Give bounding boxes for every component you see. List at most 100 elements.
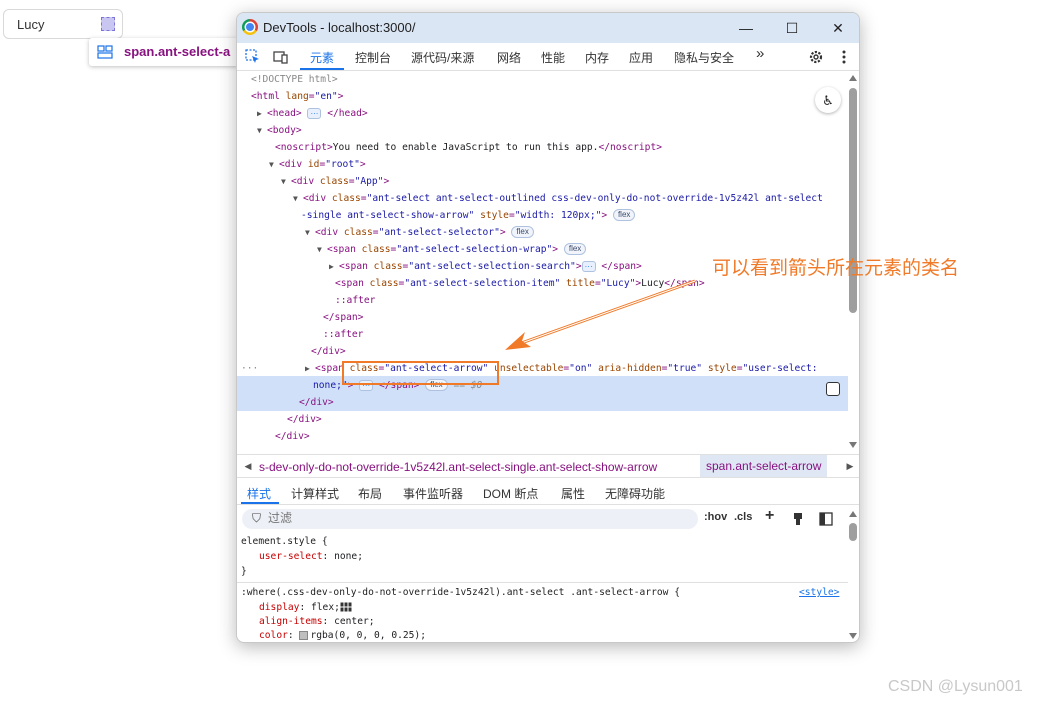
dom-line[interactable]: <span class="ant-select-selection-item" … [335,275,705,292]
styles-scrollbar[interactable] [849,509,857,639]
collapse-triangle-icon[interactable]: ▼ [293,190,303,207]
style-declaration[interactable]: user-select: none; [259,550,363,564]
rendering-emulation-icon[interactable] [789,510,807,528]
filter-input[interactable] [268,511,568,525]
expand-triangle-icon[interactable]: ▶ [329,258,339,275]
dom-line[interactable]: <html lang="en"> [251,88,343,105]
dom-line[interactable]: </div> [275,428,310,445]
tab-layout[interactable]: 布局 [358,485,382,502]
maximize-button[interactable]: ☐ [769,13,815,43]
dom-line[interactable]: </div> [299,394,334,411]
dom-line[interactable]: ::after [335,292,375,309]
panel-tabbar: 元素 控制台 源代码/来源 网络 性能 内存 应用 隐私与安全 » [237,43,859,71]
dom-line[interactable]: ▼ <span class="ant-select-selection-wrap"… [317,241,587,258]
annotation-label: 可以看到箭头所在元素的类名 [712,258,960,279]
toggle-sidebar-icon[interactable] [817,510,835,528]
collapse-triangle-icon[interactable]: ▼ [317,241,327,258]
minimize-button[interactable]: — [723,13,769,43]
breadcrumb-left-arrow-icon[interactable]: ◀ [241,459,255,473]
dom-line[interactable]: ▶ <span class="ant-select-selection-searc… [329,258,642,275]
tab-event-listeners[interactable]: 事件监听器 [403,485,463,502]
device-toolbar-icon[interactable] [272,48,290,66]
tab-memory[interactable]: 内存 [585,49,609,66]
more-tabs-button[interactable]: » [756,45,764,62]
style-source-link[interactable]: <style> [799,586,839,600]
filter-field[interactable]: ⛉ [242,509,698,529]
dom-line[interactable]: <!DOCTYPE html> [251,71,338,88]
hov-toggle[interactable]: :hov [704,511,727,523]
scrollbar-thumb[interactable] [849,523,857,541]
title-bar: DevTools - localhost:3000/ — ☐ ✕ [237,13,859,43]
dom-line[interactable]: ▶ <head> ··· </head> [257,105,368,122]
tab-styles[interactable]: 样式 [247,485,271,502]
dom-line[interactable]: </span> [323,309,363,326]
close-button[interactable]: ✕ [815,13,859,43]
flexbox-editor-icon[interactable] [340,602,352,612]
cls-toggle[interactable]: .cls [734,511,752,523]
expand-triangle-icon[interactable]: ▶ [305,360,315,377]
styles-pane[interactable]: element.style { user-select: none; } :wh… [237,535,848,642]
scroll-up-arrow-icon[interactable] [849,511,857,517]
tab-console[interactable]: 控制台 [355,49,391,66]
styles-toolbar: ⛉ :hov .cls + [237,507,859,533]
dom-line[interactable]: ▼ <body> [257,122,302,139]
tab-dom-breakpoints[interactable]: DOM 断点 [483,485,538,502]
select-value: Lucy [17,17,45,32]
devtools-window: DevTools - localhost:3000/ — ☐ ✕ 元素 控制台 … [236,12,860,643]
breadcrumb-item-active[interactable]: span.ant-select-arrow [700,455,828,477]
rule-selector[interactable]: :where(.css-dev-only-do-not-override-1v5… [241,586,680,600]
tooltip-text: span.ant-select-a [124,44,231,59]
tab-sources[interactable]: 源代码/来源 [411,49,474,66]
breadcrumb-item[interactable]: s-dev-only-do-not-override-1v5z42l.ant-s… [259,460,657,474]
accessibility-tree-icon[interactable]: ♿ [815,87,841,113]
collapse-triangle-icon[interactable]: ▼ [269,156,279,173]
flex-badge[interactable]: flex [612,209,636,221]
collapse-triangle-icon[interactable]: ▼ [305,224,315,241]
style-declaration[interactable]: color: rgba(0, 0, 0, 0.25); [259,629,426,642]
breadcrumb-right-arrow-icon[interactable]: ▶ [843,459,857,473]
show-copy-icon[interactable] [826,382,840,396]
tab-computed[interactable]: 计算样式 [291,485,339,502]
selected-row-dots[interactable]: ··· [241,360,258,377]
tab-accessibility[interactable]: 无障碍功能 [605,485,665,502]
dom-line[interactable]: </div> [311,343,346,360]
flex-badge[interactable]: flex [563,243,587,255]
style-declaration[interactable]: align-items: center; [259,615,375,629]
style-declaration[interactable]: display: flex; [259,601,352,615]
dom-line[interactable]: ::after [323,326,363,343]
watermark: CSDN @Lysun001 [888,678,1023,695]
window-title: DevTools - localhost:3000/ [263,20,416,35]
tab-performance[interactable]: 性能 [541,49,565,66]
dom-line[interactable]: ▼ <div id="root"> [269,156,366,173]
inspect-element-icon[interactable] [244,48,262,66]
dom-line[interactable]: <noscript>You need to enable JavaScript … [275,139,662,156]
active-subtab-indicator [241,502,279,504]
tab-properties[interactable]: 属性 [561,485,585,502]
rule-divider [237,582,848,583]
select-box[interactable]: Lucy [3,9,123,39]
scroll-down-arrow-icon[interactable] [849,633,857,639]
dom-line[interactable]: -single ant-select-show-arrow" style="wi… [301,207,636,224]
collapse-triangle-icon[interactable]: ▼ [257,122,267,139]
more-options-icon[interactable] [835,48,853,66]
settings-gear-icon[interactable] [807,48,825,66]
tab-elements[interactable]: 元素 [310,49,334,66]
flex-badge[interactable]: flex [511,226,534,238]
dom-line[interactable]: </div> [287,411,322,428]
active-tab-indicator [300,68,344,70]
dom-line[interactable]: ▼ <div class="ant-select ant-select-outli… [293,190,823,207]
tab-application[interactable]: 应用 [629,49,653,66]
scroll-down-arrow-icon[interactable] [849,442,857,448]
dom-line[interactable]: ▼ <div class="App"> [281,173,389,190]
expand-triangle-icon[interactable]: ▶ [257,105,267,122]
color-swatch[interactable] [299,630,309,640]
filter-funnel-icon: ⛉ [252,511,262,525]
tab-privacy-security[interactable]: 隐私与安全 [674,49,734,66]
collapse-triangle-icon[interactable]: ▼ [281,173,291,190]
tab-network[interactable]: 网络 [497,49,521,66]
element-style-selector[interactable]: element.style { [241,535,328,549]
dom-line[interactable]: ▼ <div class="ant-select-selector"> flex [305,224,534,241]
sidebar-tabbar: 样式 计算样式 布局 事件监听器 DOM 断点 属性 无障碍功能 [237,479,859,505]
scroll-up-arrow-icon[interactable] [849,75,857,81]
new-style-rule-button[interactable]: + [765,507,774,525]
